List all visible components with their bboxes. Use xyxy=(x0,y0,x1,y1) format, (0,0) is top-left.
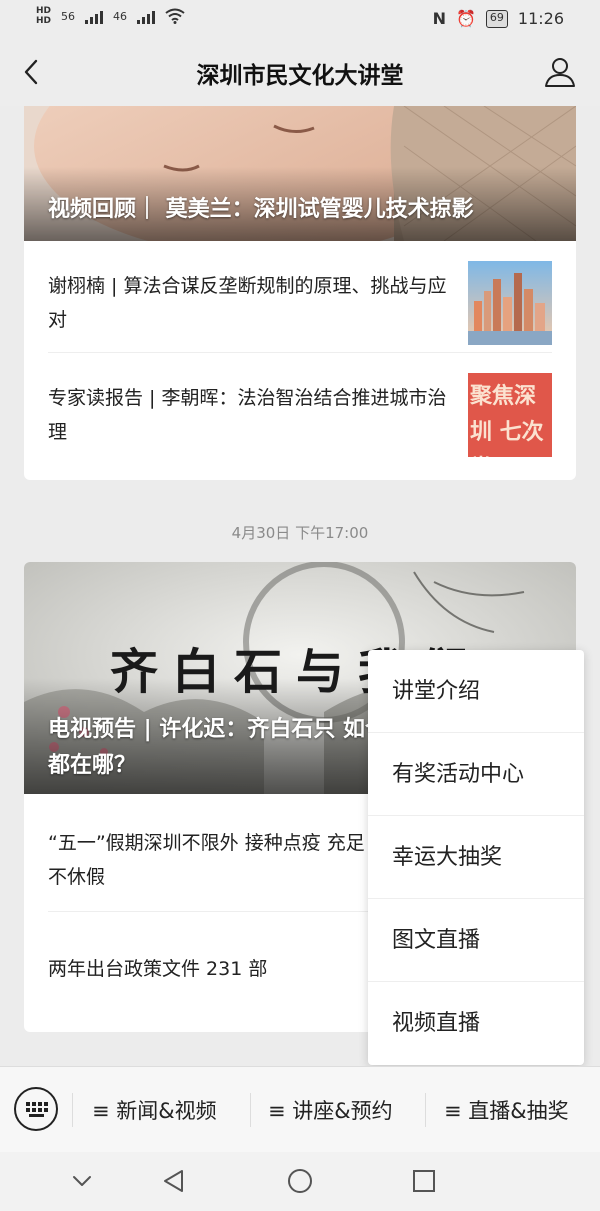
nfc-icon: N xyxy=(432,9,446,28)
signal-icon-2 xyxy=(137,8,156,24)
menu-news-video[interactable]: ≡ 新闻&视频 xyxy=(92,1095,217,1125)
signal-label-2: 46 xyxy=(113,9,128,23)
divider xyxy=(250,1093,251,1127)
hero-title-2: 电视预告 | 许化迟：齐白石只 如今都在哪？ xyxy=(48,717,388,778)
list-item-title: 专家读报告 | 李朝晖：法治智治结合推进城市治理 xyxy=(48,387,447,443)
system-nav-bar xyxy=(0,1152,600,1211)
thumbnail-poster: 聚焦深圳 七次党 xyxy=(468,373,552,457)
hero-banner-1[interactable]: 视频回顾｜ 莫美兰：深圳试管婴儿技术掠影 xyxy=(24,106,576,241)
list-item-title: 谢栩楠 | 算法合谋反垄断规制的原理、挑战与应对 xyxy=(48,275,447,331)
thumbnail-poster-text: 聚焦深圳 七次党 xyxy=(470,384,544,457)
submenu-popup: 讲堂介绍 有奖活动中心 幸运大抽奖 图文直播 视频直播 xyxy=(368,650,584,1065)
keyboard-icon xyxy=(26,1102,48,1112)
status-time: 11:26 xyxy=(517,9,564,28)
signal-icon xyxy=(85,8,104,24)
divider xyxy=(425,1093,426,1127)
divider xyxy=(72,1093,73,1127)
signal-label-1: 56 xyxy=(61,9,76,23)
menu-item-intro[interactable]: 讲堂介绍 xyxy=(368,650,584,733)
battery-indicator: 69 xyxy=(485,9,508,28)
list-item[interactable]: 谢栩楠 | 算法合谋反垄断规制的原理、挑战与应对 xyxy=(48,241,552,353)
thumbnail-city xyxy=(468,261,552,345)
menu-item-lucky-draw[interactable]: 幸运大抽奖 xyxy=(368,816,584,899)
list-item-title: “五一”假期深圳不限外 接种点疫 充足不休假 xyxy=(48,832,365,888)
alarm-icon: ⏰ xyxy=(455,9,476,28)
official-account-menu: ≡ 新闻&视频 ≡ 讲座&预约 ≡ 直播&抽奖 xyxy=(0,1066,600,1152)
nav-back-icon[interactable] xyxy=(161,1168,187,1194)
status-left: HD HD 56 46 xyxy=(36,6,185,26)
page-title: 深圳市民文化大讲堂 xyxy=(196,63,404,89)
menu-item-text-live[interactable]: 图文直播 xyxy=(368,899,584,982)
list-item[interactable]: 专家读报告 | 李朝晖：法治智治结合推进城市治理 聚焦深圳 七次党 xyxy=(48,353,552,465)
keyboard-toggle[interactable] xyxy=(14,1087,58,1131)
message-timestamp: 4月30日 下午17:00 xyxy=(231,524,369,542)
wifi-icon xyxy=(165,8,185,24)
nav-home-icon[interactable] xyxy=(287,1168,313,1194)
app-header: 深圳市民文化大讲堂 xyxy=(0,38,600,106)
menu-item-prize-center[interactable]: 有奖活动中心 xyxy=(368,733,584,816)
nav-recents-icon[interactable] xyxy=(412,1169,436,1193)
hero-title-1: 视频回顾｜ 莫美兰：深圳试管婴儿技术掠影 xyxy=(48,197,474,222)
nav-down-icon[interactable] xyxy=(70,1169,94,1193)
article-card-1: 视频回顾｜ 莫美兰：深圳试管婴儿技术掠影 谢栩楠 | 算法合谋反垄断规制的原理、… xyxy=(24,106,576,480)
menu-live-lottery[interactable]: ≡ 直播&抽奖 xyxy=(444,1095,569,1125)
menu-item-video-live[interactable]: 视频直播 xyxy=(368,982,584,1065)
hd-badge: HD HD xyxy=(36,6,52,26)
status-right: N ⏰ 69 11:26 xyxy=(433,9,564,28)
user-button[interactable] xyxy=(540,52,580,92)
status-bar: HD HD 56 46 N ⏰ 69 11:26 xyxy=(0,0,600,38)
menu-lecture-booking[interactable]: ≡ 讲座&预约 xyxy=(268,1095,393,1125)
keyboard-icon-bar xyxy=(29,1114,44,1117)
user-icon xyxy=(545,58,575,87)
